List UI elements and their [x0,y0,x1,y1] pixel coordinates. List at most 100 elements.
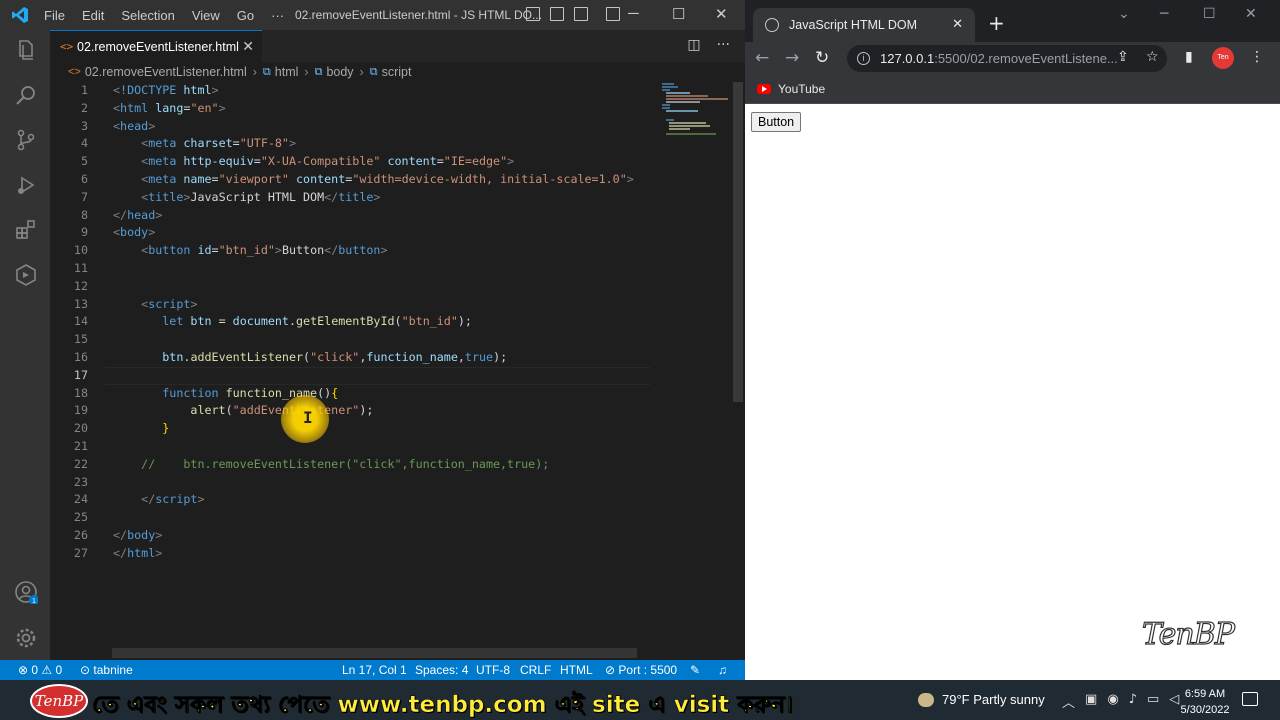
problems-status[interactable]: ⊗ 0 ⚠ 0 [18,663,62,677]
text-cursor-icon: I [303,408,313,427]
toggle-secondary-sidebar-icon[interactable] [574,7,588,21]
settings-gear-icon[interactable] [14,626,38,650]
menu-edit[interactable]: Edit [82,8,104,23]
new-tab-icon[interactable]: + [988,11,1005,35]
code-line: 22 // btn.removeEventListener("click",fu… [50,456,650,474]
menu-more[interactable]: ··· [271,8,284,23]
line-number: 26 [73,528,88,542]
tray-app-icon[interactable]: ▣ [1085,692,1097,711]
code-token: body [120,225,149,240]
code-line: 23 [50,474,650,492]
close-tab-icon[interactable]: ✕ [952,16,963,32]
bookmark-star-icon[interactable]: ☆ [1146,49,1159,65]
toggle-sidebar-icon[interactable] [526,7,540,21]
code-token: "en" [190,100,219,115]
browser-tab[interactable]: JavaScript HTML DOM ✕ [753,8,975,42]
site-info-icon[interactable]: i [857,52,870,65]
line-number: 4 [80,136,88,151]
share-icon[interactable]: ⇪ [1117,49,1129,65]
code-token: script [155,492,198,507]
reload-icon[interactable]: ↻ [815,48,829,68]
browser-menu-icon[interactable]: ⋮ [1250,49,1264,65]
run-debug-icon[interactable] [14,173,38,197]
code-token: ( [394,314,402,329]
weather-widget[interactable]: 79°F Partly sunny [918,692,1045,707]
customize-layout-icon[interactable] [606,7,620,21]
accounts-icon[interactable]: 1 [14,580,38,604]
minimap[interactable] [660,82,730,142]
profile-avatar[interactable]: Ten BP [1212,47,1234,83]
close-window-icon[interactable]: ✕ [715,5,728,23]
clock[interactable]: 6:59 AM 5/30/2022 [1175,686,1235,718]
toggle-panel-icon[interactable] [550,7,564,21]
code-token: < [113,225,121,240]
code-token: > [155,528,163,542]
minimize-icon[interactable]: ─ [1160,6,1168,22]
side-panel-icon[interactable]: ▮ [1185,49,1193,65]
live-server-port[interactable]: ⊘ Port : 5500 [605,663,677,677]
split-editor-icon[interactable]: ◫ [687,37,700,53]
menu-go[interactable]: Go [237,8,254,23]
url-host: 127.0.0.1 [880,51,935,66]
microphone-icon[interactable]: ♪ [1129,692,1137,711]
menu-view[interactable]: View [192,8,220,23]
explorer-icon[interactable] [14,38,38,62]
notifications-icon[interactable] [1242,692,1258,706]
horizontal-scrollbar[interactable] [112,648,637,658]
menu-file[interactable]: File [44,8,65,23]
back-arrow-icon[interactable]: ← [755,48,769,68]
search-icon[interactable] [14,83,38,107]
language-mode[interactable]: HTML [560,663,593,677]
code-token: "btn_id" [218,243,275,258]
tab-search-icon[interactable]: ⌄ [1118,6,1130,22]
maximize-icon[interactable]: ☐ [1203,6,1216,22]
page-button[interactable]: Button [751,112,802,132]
extensions-icon[interactable] [14,218,38,242]
bookmark-youtube[interactable]: YouTube [778,82,825,96]
vertical-scrollbar[interactable] [733,82,743,402]
feedback-icon[interactable]: ✎ [690,663,700,677]
maximize-icon[interactable]: ☐ [672,5,685,23]
code-text: </head> [113,207,162,225]
line-number: 12 [73,278,88,293]
indentation-status[interactable]: Spaces: 4 [415,663,468,677]
chevron-up-icon[interactable]: ︿ [1062,692,1075,711]
code-token: "IE=edge" [443,154,508,169]
code-line: 9 <body> [50,224,650,242]
more-actions-icon[interactable]: ··· [717,37,730,53]
notifications-bell-icon[interactable]: ♫ [718,663,727,677]
network-icon[interactable]: ▭ [1147,692,1159,711]
close-tab-icon[interactable]: ✕ [242,38,254,55]
breadcrumb-body[interactable]: body [326,65,353,79]
code-line: 16 btn.addEventListener("click",function… [50,349,650,367]
forward-arrow-icon[interactable]: → [785,48,799,68]
code-editor[interactable]: 1 <!DOCTYPE html> 2 <html lang="en"> 3 <head>… [50,82,730,660]
remote-explorer-icon[interactable] [14,263,38,287]
code-token: ); [457,314,472,329]
editor-tab-active[interactable]: <> 02.removeEventListener.html ✕ [50,30,262,62]
browser-tab-strip: JavaScript HTML DOM ✕ + ⌄ ─ ☐ ✕ [745,0,1280,42]
system-tray: ︿ ▣ ◉ ♪ ▭ ◁ [1062,692,1179,711]
menu-selection[interactable]: Selection [121,8,174,23]
breadcrumb-file[interactable]: 02.removeEventListener.html [85,65,247,79]
banner-text: তে এবং সকল তথ্য পেতে www.tenbp.com এই si… [92,692,793,719]
minimize-icon[interactable]: ─ [628,5,639,22]
tabnine-status[interactable]: ⊙ tabnine [80,663,133,677]
source-control-icon[interactable] [14,128,38,152]
breadcrumb-script[interactable]: script [382,65,412,79]
code-token: < [113,118,121,133]
tray-app2-icon[interactable]: ◉ [1107,692,1118,711]
close-window-icon[interactable]: ✕ [1245,6,1257,22]
breadcrumb-html[interactable]: html [275,65,299,79]
code-token: = [211,314,233,329]
html-file-icon: <> [60,40,74,53]
code-token: button [338,243,381,258]
eol-status[interactable]: CRLF [520,663,551,677]
code-token: > [288,136,297,151]
chevron-right-icon: › [252,65,257,79]
encoding-status[interactable]: UTF-8 [476,663,510,677]
code-token: </ [113,207,128,222]
cursor-position[interactable]: Ln 17, Col 1 [342,663,407,677]
code-token: > [380,243,388,258]
